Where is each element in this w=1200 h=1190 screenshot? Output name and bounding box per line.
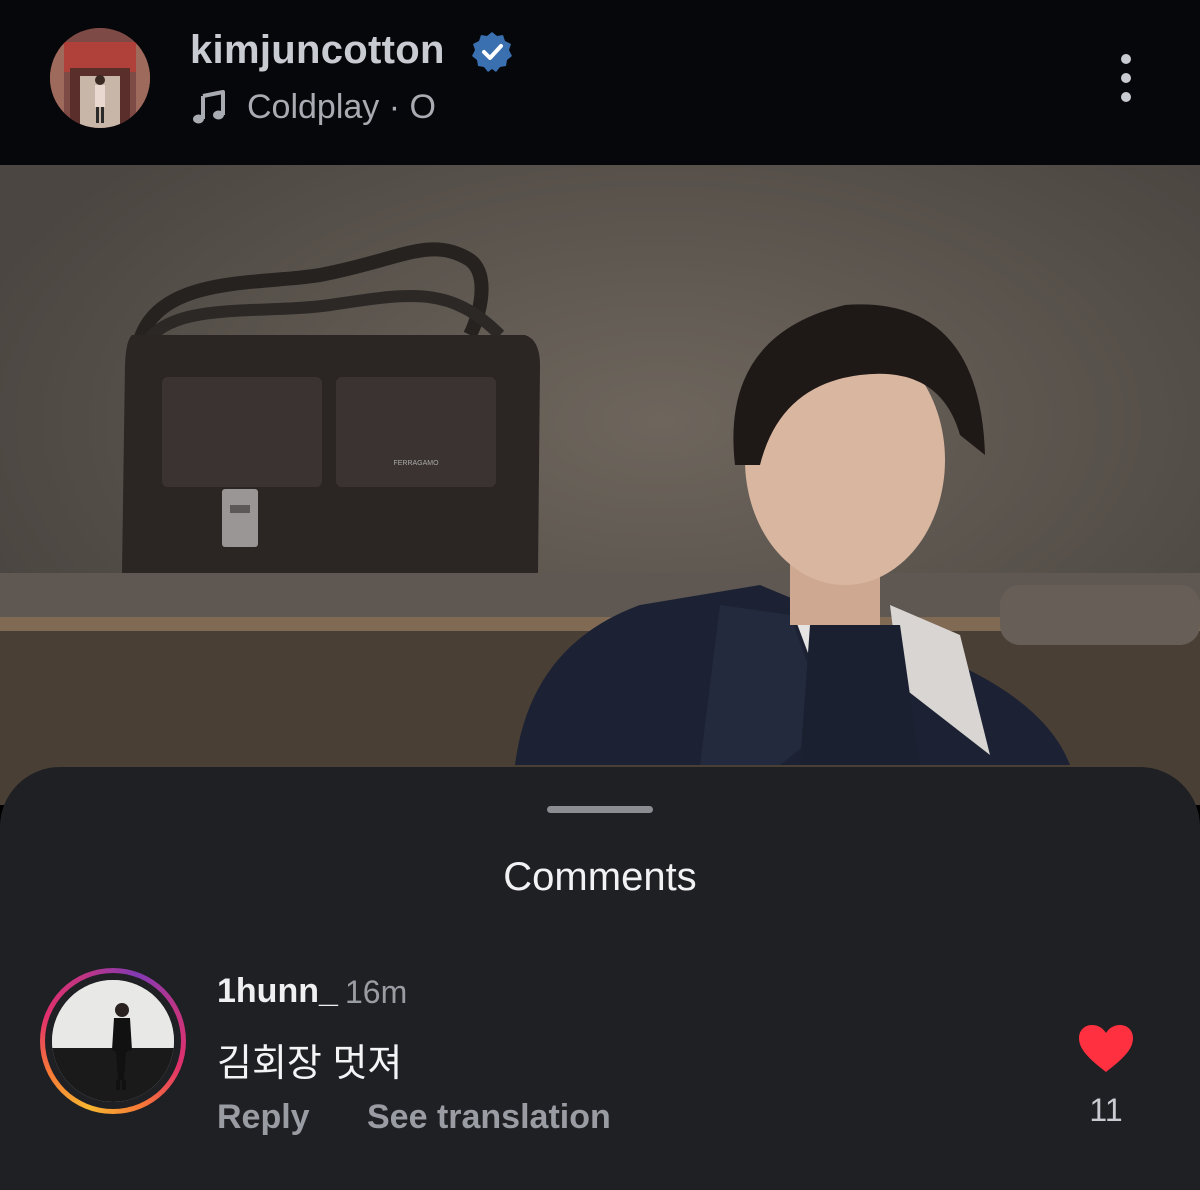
commenter-avatar[interactable] [52,980,174,1102]
see-translation-button[interactable]: See translation [367,1098,611,1137]
like-count: 11 [1089,1092,1123,1128]
comment-timestamp: 16m [345,974,408,1010]
author-username[interactable]: kimjuncotton [190,28,445,73]
bag-brand-text: FERRAGAMO [393,460,439,467]
more-options-icon[interactable] [1104,48,1148,108]
heart-icon[interactable] [1078,1024,1134,1074]
comment-text: 김회장 멋져 [217,1043,403,1085]
comment-username[interactable]: 1hunn_ [217,972,338,1011]
comments-title: Comments [503,855,697,899]
music-note-icon [193,90,225,124]
music-track-label[interactable]: Coldplay · O [247,88,436,127]
author-avatar[interactable] [50,28,150,128]
verified-badge-icon [472,32,512,72]
reply-button[interactable]: Reply [217,1098,310,1137]
post-image[interactable]: FERRAGAMO [0,165,1200,805]
sheet-drag-handle[interactable] [547,806,653,813]
post-header: kimjuncotton Coldplay · O [0,0,1200,165]
